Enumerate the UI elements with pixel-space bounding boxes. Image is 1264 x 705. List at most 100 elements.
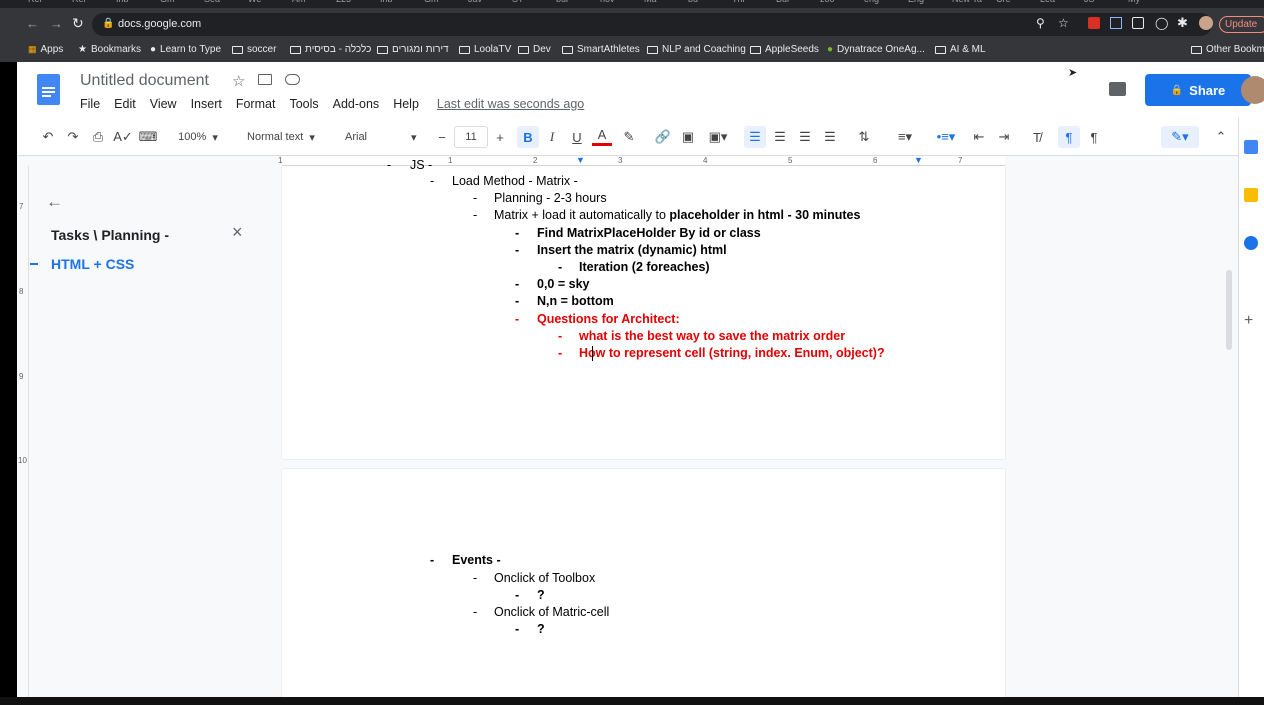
star-icon[interactable]: ☆ (232, 72, 245, 90)
bookmark-folder-hebrew-1[interactable]: כלכלה - בסיסית (290, 44, 371, 55)
bookmark-other[interactable]: Other Bookma (1191, 44, 1264, 55)
insert-link-icon[interactable]: 🔗 (653, 126, 673, 148)
text-color-button[interactable]: A (592, 126, 612, 146)
account-avatar[interactable] (1241, 76, 1264, 104)
undo-icon[interactable]: ↶ (39, 126, 57, 148)
calendar-icon[interactable] (1244, 140, 1258, 154)
back-arrow-icon[interactable]: ← (26, 16, 39, 31)
browser-tab[interactable]: Reі (28, 0, 42, 8)
document-title[interactable]: Untitled document (80, 72, 209, 90)
profile-avatar[interactable] (1199, 16, 1213, 30)
browser-tab[interactable]: Cre (996, 0, 1011, 8)
zoom-select[interactable]: 100% ▾ (169, 126, 227, 148)
bookmark-learn-to-type[interactable]: ● Learn to Type (150, 44, 221, 55)
browser-tab[interactable]: Inb (380, 0, 393, 8)
italic-button[interactable]: I (542, 126, 562, 148)
menu-file[interactable]: File (80, 97, 100, 111)
update-button[interactable]: Update (1219, 16, 1264, 33)
bookmark-bookmarks[interactable]: ★ Bookmarks (78, 44, 141, 55)
browser-tab[interactable]: My (1128, 0, 1140, 8)
spellcheck-icon[interactable]: A✓ (113, 126, 133, 148)
pocket-icon[interactable]: ◯ (1155, 16, 1168, 30)
browser-tab[interactable]: ST (512, 0, 524, 8)
tasks-icon[interactable] (1244, 236, 1258, 250)
bookmark-appleseeds[interactable]: AppleSeeds (750, 44, 819, 55)
browser-tab[interactable]: eng (864, 0, 879, 8)
menu-format[interactable]: Format (236, 97, 276, 111)
browser-tab[interactable]: Am (292, 0, 306, 8)
reload-icon[interactable]: ↻ (72, 15, 84, 32)
bookmark-ai-ml[interactable]: AI & ML (935, 44, 986, 55)
outline-heading[interactable]: Tasks \ Planning - (51, 227, 169, 243)
extension-grid-icon[interactable] (1110, 17, 1122, 29)
bold-button[interactable]: B (517, 126, 539, 148)
paint-format-icon[interactable]: ⌨ (139, 126, 158, 148)
bulleted-list-button[interactable]: •≡▾ (928, 126, 964, 148)
decrease-font-size-button[interactable]: − (433, 126, 451, 148)
redo-icon[interactable]: ↷ (64, 126, 82, 148)
numbered-list-button[interactable]: ≡▾ (887, 126, 923, 148)
browser-tab[interactable]: bu (688, 0, 698, 8)
bookmark-star-icon[interactable]: ☆ (1058, 16, 1069, 30)
style-select[interactable]: Normal text ▾ (237, 126, 325, 148)
increase-indent-icon[interactable]: ⇥ (994, 126, 1014, 148)
back-arrow-icon[interactable]: ← (46, 192, 63, 212)
url-text[interactable]: docs.google.com (118, 18, 201, 30)
bookmark-soccer[interactable]: soccer (232, 44, 276, 55)
browser-tab[interactable]: New Ta (952, 0, 982, 8)
browser-tab[interactable]: Ma (644, 0, 657, 8)
add-icon[interactable]: + (1244, 312, 1253, 330)
ltr-paragraph-icon[interactable]: ¶ (1058, 126, 1080, 148)
print-icon[interactable]: ⎙ (89, 126, 107, 148)
share-button[interactable]: 🔒 Share (1145, 74, 1251, 106)
browser-tab[interactable]: Gm (424, 0, 439, 8)
docs-logo-icon[interactable] (37, 74, 60, 105)
bookmark-nlp-coaching[interactable]: NLP and Coaching (647, 44, 746, 55)
underline-button[interactable]: U (567, 126, 587, 148)
omnibox[interactable]: 🔒 docs.google.com ⚲ ☆ (92, 13, 1212, 36)
editing-mode-button[interactable]: ✎▾ (1161, 126, 1199, 148)
bookmark-dynatrace[interactable]: ● Dynatrace OneAg... (827, 44, 925, 55)
browser-tab[interactable]: Jav (468, 0, 482, 8)
browser-tab[interactable]: Gm (160, 0, 175, 8)
document-page-1[interactable]: - JS - - Load Method - Matrix - - Planni… (282, 158, 1005, 459)
increase-font-size-button[interactable]: + (491, 126, 509, 148)
comments-icon[interactable] (1109, 82, 1126, 96)
browser-tab[interactable]: Thi (732, 0, 745, 8)
align-right-button[interactable]: ☰ (794, 126, 816, 148)
bookmark-dev[interactable]: Dev (518, 44, 551, 55)
bookmark-loolatv[interactable]: LoolaTV (459, 44, 511, 55)
zoom-magnifier-icon[interactable]: ⚲ (1036, 16, 1045, 30)
browser-tab[interactable]: Eng (908, 0, 924, 8)
bookmark-smartathletes[interactable]: SmartAthletes (562, 44, 640, 55)
forward-arrow-icon[interactable]: → (50, 16, 63, 31)
menu-tools[interactable]: Tools (289, 97, 318, 111)
clear-formatting-icon[interactable]: T̸ (1027, 126, 1047, 148)
last-edit-link[interactable]: Last edit was seconds ago (437, 97, 584, 111)
browser-tab[interactable]: Reі (72, 0, 86, 8)
menu-view[interactable]: View (150, 97, 177, 111)
menu-insert[interactable]: Insert (191, 97, 222, 111)
indent-marker-icon[interactable]: ▼ (576, 155, 585, 165)
browser-tab[interactable]: 225 (336, 0, 351, 8)
extensions-puzzle-icon[interactable]: ✱ (1177, 15, 1188, 31)
align-justify-button[interactable]: ☰ (819, 126, 841, 148)
browser-tab[interactable]: Lea (1040, 0, 1055, 8)
menu-addons[interactable]: Add-ons (333, 97, 380, 111)
browser-tab[interactable]: Inb (116, 0, 129, 8)
line-spacing-icon[interactable]: ⇅ (853, 126, 875, 148)
keep-icon[interactable] (1244, 188, 1258, 202)
horizontal-ruler[interactable]: 1 1 2 3 4 5 6 7 ▼ ▼ (17, 155, 1238, 166)
decrease-indent-icon[interactable]: ⇤ (969, 126, 989, 148)
extension-red-icon[interactable] (1088, 17, 1100, 29)
right-indent-marker-icon[interactable]: ▼ (914, 155, 923, 165)
align-left-button[interactable]: ☰ (744, 126, 766, 148)
browser-tab[interactable]: Bui (776, 0, 789, 8)
cloud-status-icon[interactable] (285, 74, 300, 85)
insert-image-icon[interactable]: ▣▾ (703, 126, 733, 148)
bookmark-folder-hebrew-2[interactable]: דירות ומגורים (377, 44, 449, 55)
add-comment-icon[interactable]: ▣ (678, 126, 698, 148)
document-page-2[interactable]: - Events - - Onclick of Toolbox - ? - On… (282, 469, 1005, 697)
browser-tab[interactable]: zoo (820, 0, 835, 8)
font-size-input[interactable]: 11 (454, 126, 488, 148)
